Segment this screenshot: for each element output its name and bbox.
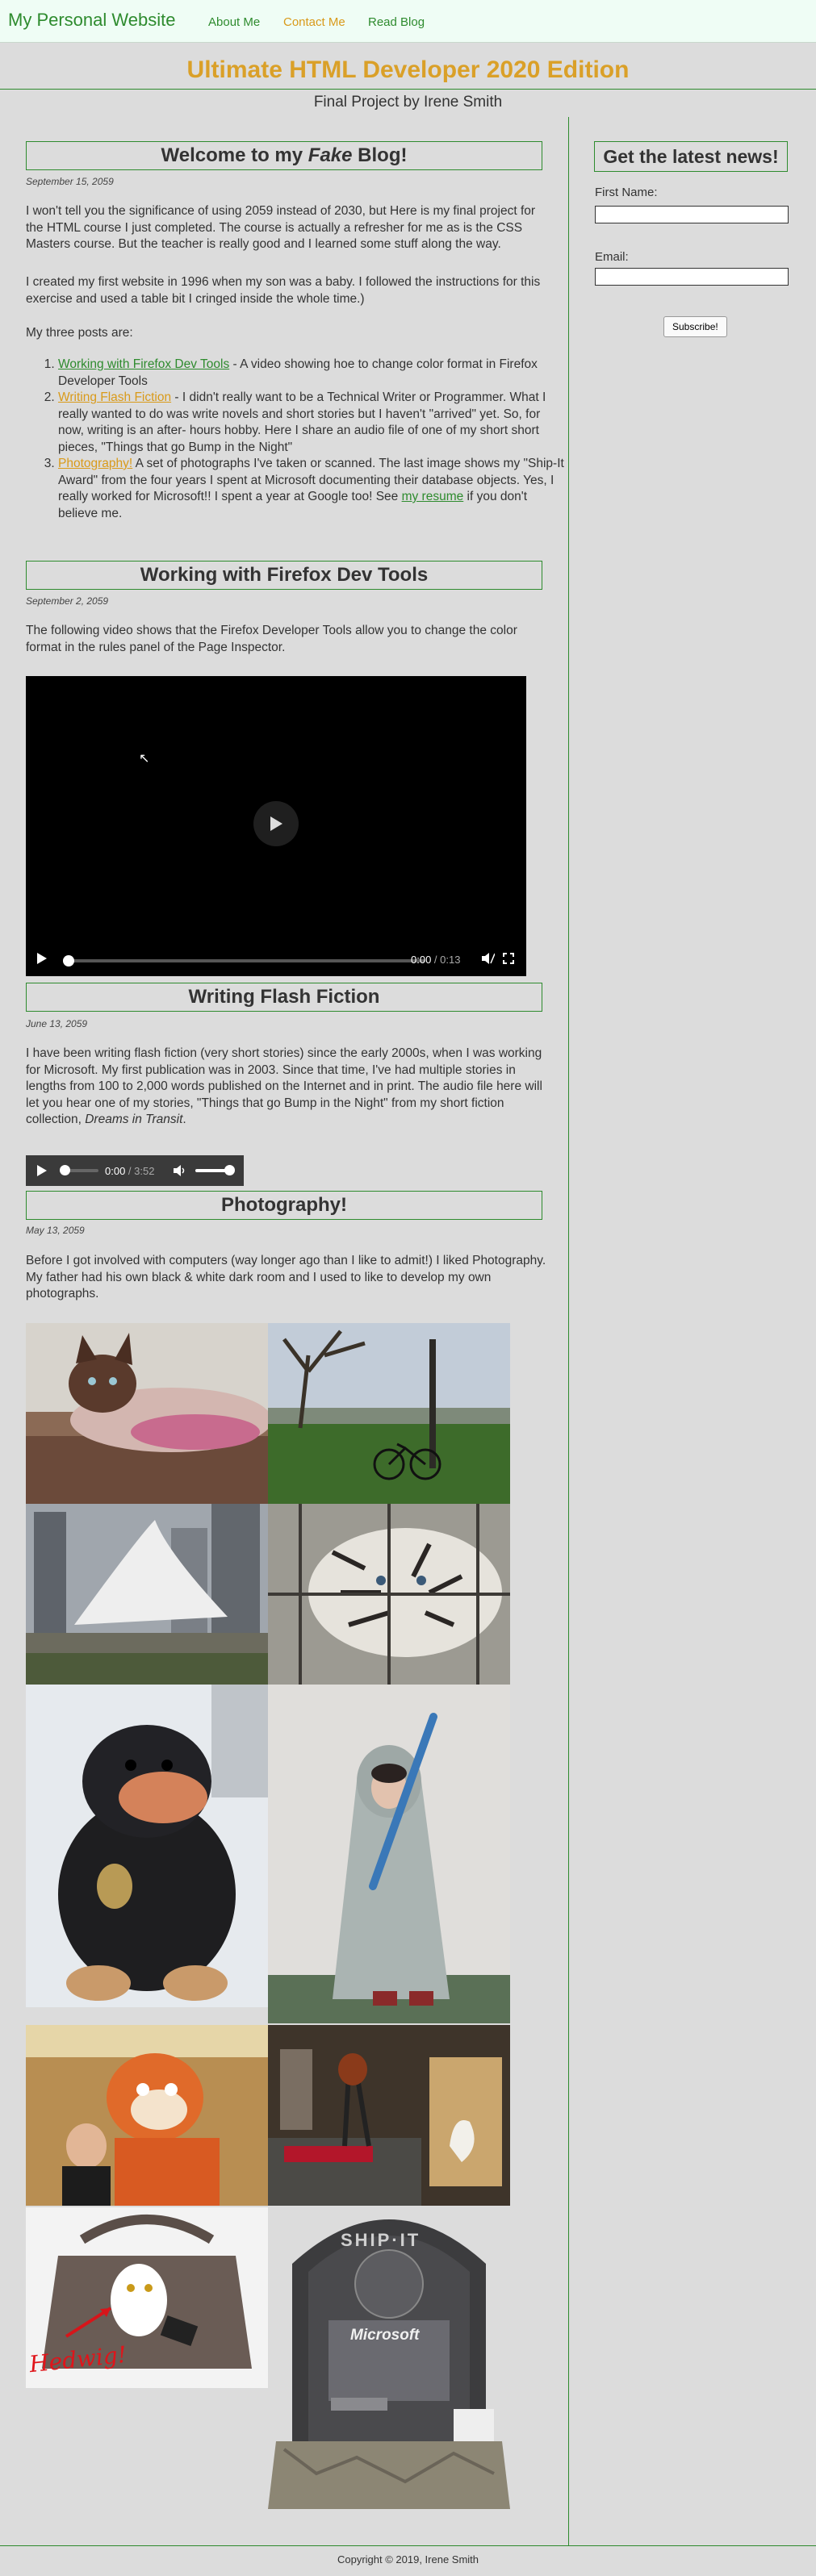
post-link-flash-fiction[interactable]: Writing Flash Fiction <box>58 390 171 404</box>
post-heading-flash-fiction: Writing Flash Fiction <box>26 983 542 1012</box>
post-date: September 15, 2059 <box>26 176 114 187</box>
post-heading-welcome: Welcome to my Fake Blog! <box>26 141 542 170</box>
list-item: Writing Flash Fiction - I didn't really … <box>58 390 567 456</box>
nav-link-about[interactable]: About Me <box>208 15 260 29</box>
mute-icon[interactable] <box>482 953 496 967</box>
photo-cat <box>26 1323 268 1504</box>
nav-link-blog[interactable]: Read Blog <box>368 15 425 29</box>
site-brand[interactable]: My Personal Website <box>8 10 175 31</box>
fullscreen-icon[interactable] <box>503 953 514 967</box>
page-subtitle: Final Project by Irene Smith <box>313 94 503 111</box>
post-paragraph: My three posts are: <box>26 326 133 340</box>
post-date: May 13, 2059 <box>26 1225 85 1236</box>
post-heading-firefox: Working with Firefox Dev Tools <box>26 561 542 590</box>
photo-white-tiger <box>268 1504 510 1685</box>
post-date: September 2, 2059 <box>26 595 109 607</box>
post-paragraph: I created my first website in 1996 when … <box>26 275 541 306</box>
list-item: Working with Firefox Dev Tools - A video… <box>58 357 567 390</box>
post-paragraph: I have been writing flash fiction (very … <box>26 1046 542 1126</box>
photo-child-jedi <box>268 1685 510 2023</box>
top-nav: My Personal Website About Me Contact Me … <box>0 0 816 43</box>
photo-mascot <box>26 2025 268 2206</box>
header-divider <box>0 89 816 90</box>
post-link-photography[interactable]: Photography! <box>58 457 132 470</box>
post-date: June 13, 2059 <box>26 1018 88 1029</box>
email-field[interactable] <box>595 268 789 286</box>
photo-store-window <box>268 2025 510 2206</box>
page-title: Ultimate HTML Developer 2020 Edition <box>186 56 630 83</box>
post-paragraph: The following video shows that the Firef… <box>26 624 517 654</box>
post-list: Working with Firefox Dev Tools - A video… <box>42 357 567 522</box>
email-label: Email: <box>595 250 629 264</box>
audio-play-button[interactable] <box>37 1165 47 1179</box>
play-icon[interactable] <box>253 801 299 846</box>
nav-link-contact[interactable]: Contact Me <box>283 15 345 29</box>
audio-seek-handle[interactable] <box>60 1165 70 1175</box>
photo-ship-it-award: SHIP·IT Microsoft <box>268 2207 510 2509</box>
post-paragraph: Before I got involved with computers (wa… <box>26 1254 546 1301</box>
first-name-field[interactable] <box>595 206 789 223</box>
post-heading-photography: Photography! <box>26 1191 542 1220</box>
post-paragraph: I won't tell you the significance of usi… <box>26 204 536 251</box>
video-play-button[interactable] <box>37 953 47 967</box>
volume-icon[interactable] <box>174 1165 186 1179</box>
photo-park-bike <box>268 1323 510 1504</box>
photo-plush-toy <box>26 1685 268 2007</box>
video-seek-handle[interactable] <box>63 955 74 967</box>
post-link-firefox[interactable]: Working with Firefox Dev Tools <box>58 357 229 371</box>
ship-it-brand: Microsoft <box>350 2327 420 2344</box>
footer-divider <box>0 2545 816 2546</box>
photo-hedwig-bag: Hedwig! <box>26 2207 268 2388</box>
resume-link[interactable]: my resume <box>402 490 464 503</box>
audio-volume-handle[interactable] <box>224 1165 235 1175</box>
cursor-icon: ↖ <box>139 752 150 766</box>
audio-player[interactable]: 0:00 / 3:52 <box>26 1155 244 1186</box>
photo-oculus-building <box>26 1504 268 1685</box>
video-time: 0:00 / 0:13 <box>411 954 461 966</box>
sidebar-heading: Get the latest news! <box>594 141 788 172</box>
list-item: Photography! A set of photographs I've t… <box>58 456 567 522</box>
subscribe-button[interactable]: Subscribe! <box>663 316 727 337</box>
video-player[interactable]: ↖ 0:00 / 0:13 <box>26 676 526 976</box>
audio-time: 0:00 / 3:52 <box>105 1165 155 1177</box>
video-seek-bar[interactable] <box>66 959 425 962</box>
ship-it-title: SHIP·IT <box>341 2230 421 2250</box>
footer-copyright: Copyright © 2019, Irene Smith <box>337 2553 479 2566</box>
first-name-label: First Name: <box>595 186 658 199</box>
column-divider <box>568 117 569 2545</box>
